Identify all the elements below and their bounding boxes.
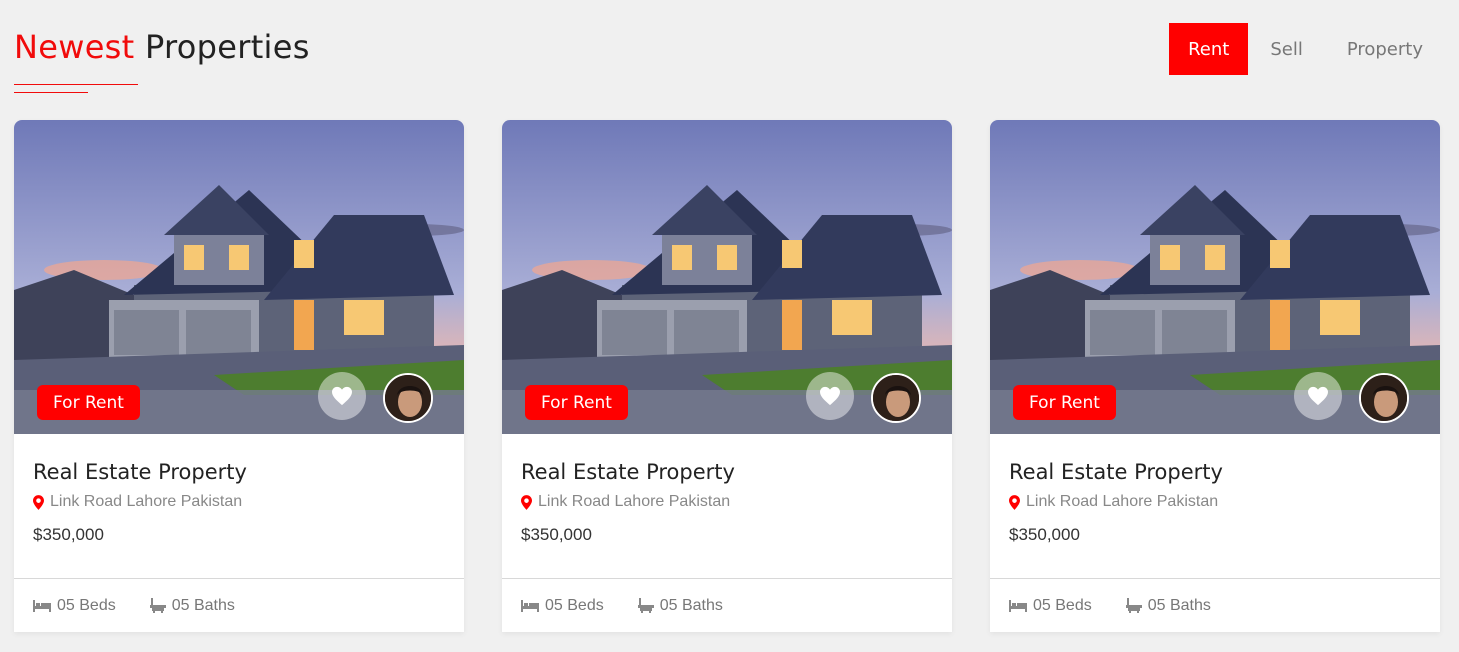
bathtub-icon: [149, 598, 166, 613]
card-footer: 05 Beds 05 Baths: [14, 578, 464, 632]
for-rent-badge: For Rent: [525, 385, 628, 420]
card-footer: 05 Beds 05 Baths: [502, 578, 952, 632]
beds-count: 05 Beds: [57, 596, 116, 614]
beds-count: 05 Beds: [1033, 596, 1092, 614]
property-price: $350,000: [1009, 525, 1080, 544]
baths-count: 05 Baths: [659, 596, 723, 614]
property-location: Link Road Lahore Pakistan: [521, 493, 933, 511]
property-card[interactable]: For Rent Real Estate Property Link Road …: [502, 120, 952, 632]
map-marker-icon: [33, 494, 44, 510]
agent-avatar[interactable]: [1359, 373, 1409, 423]
filter-tabs: Rent Sell Property: [1169, 23, 1445, 75]
favorite-button[interactable]: [806, 372, 854, 420]
property-title[interactable]: Real Estate Property: [1009, 460, 1421, 484]
favorite-button[interactable]: [318, 372, 366, 420]
property-image[interactable]: For Rent: [990, 120, 1440, 434]
bed-icon: [33, 599, 51, 612]
bathtub-icon: [637, 598, 654, 613]
favorite-button[interactable]: [1294, 372, 1342, 420]
tab-rent[interactable]: Rent: [1169, 23, 1249, 75]
baths-count: 05 Baths: [171, 596, 235, 614]
location-text: Link Road Lahore Pakistan: [1026, 493, 1219, 510]
agent-avatar[interactable]: [383, 373, 433, 423]
agent-avatar[interactable]: [871, 373, 921, 423]
card-body: Real Estate Property Link Road Lahore Pa…: [14, 434, 464, 545]
bed-icon: [521, 599, 539, 612]
property-location: Link Road Lahore Pakistan: [1009, 493, 1421, 511]
location-text: Link Road Lahore Pakistan: [50, 493, 243, 510]
heart-icon: [820, 386, 840, 406]
baths-feature: 05 Baths: [149, 596, 235, 615]
property-card[interactable]: For Rent Real Estate Property Link Road …: [14, 120, 464, 632]
property-cards: For Rent Real Estate Property Link Road …: [14, 120, 1440, 632]
beds-count: 05 Beds: [545, 596, 604, 614]
section-title-rest: Properties: [134, 28, 310, 66]
property-location: Link Road Lahore Pakistan: [33, 493, 445, 511]
card-body: Real Estate Property Link Road Lahore Pa…: [990, 434, 1440, 545]
tab-property[interactable]: Property: [1325, 23, 1445, 75]
title-underline: [14, 84, 138, 85]
card-body: Real Estate Property Link Road Lahore Pa…: [502, 434, 952, 545]
property-price: $350,000: [521, 525, 592, 544]
map-marker-icon: [1009, 494, 1020, 510]
beds-feature: 05 Beds: [33, 597, 116, 615]
bed-icon: [1009, 599, 1027, 612]
property-title[interactable]: Real Estate Property: [33, 460, 445, 484]
tab-sell[interactable]: Sell: [1248, 23, 1325, 75]
property-image[interactable]: For Rent: [502, 120, 952, 434]
section-title-accent: Newest: [14, 28, 135, 66]
property-card[interactable]: For Rent Real Estate Property Link Road …: [990, 120, 1440, 632]
bathtub-icon: [1125, 598, 1142, 613]
beds-feature: 05 Beds: [521, 597, 604, 615]
property-title[interactable]: Real Estate Property: [521, 460, 933, 484]
heart-icon: [1308, 386, 1328, 406]
property-image[interactable]: For Rent: [14, 120, 464, 434]
baths-feature: 05 Baths: [637, 596, 723, 615]
section-title: Newest Properties: [14, 28, 310, 66]
for-rent-badge: For Rent: [37, 385, 140, 420]
map-marker-icon: [521, 494, 532, 510]
location-text: Link Road Lahore Pakistan: [538, 493, 731, 510]
for-rent-badge: For Rent: [1013, 385, 1116, 420]
title-underline-short: [14, 92, 88, 93]
baths-count: 05 Baths: [1147, 596, 1211, 614]
heart-icon: [332, 386, 352, 406]
property-price: $350,000: [33, 525, 104, 544]
beds-feature: 05 Beds: [1009, 597, 1092, 615]
baths-feature: 05 Baths: [1125, 596, 1211, 615]
card-footer: 05 Beds 05 Baths: [990, 578, 1440, 632]
